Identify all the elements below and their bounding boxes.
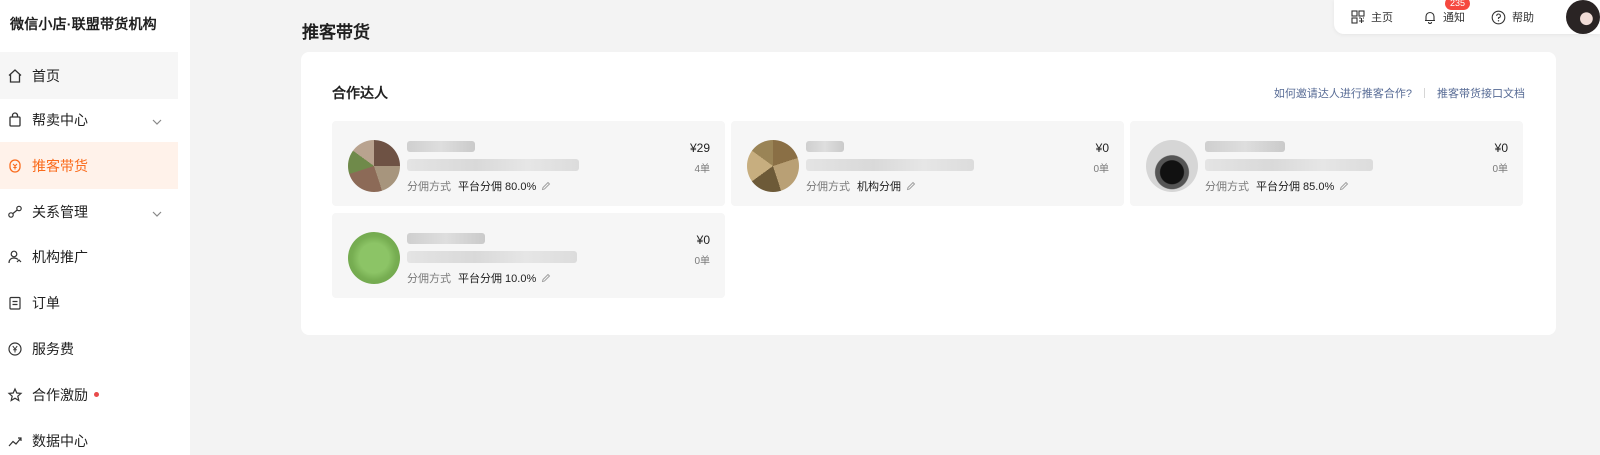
help-button[interactable]: 帮助 <box>1491 9 1534 25</box>
commission-row: 分佣方式 平台分佣 85.0% <box>1205 178 1349 194</box>
bag-icon <box>6 111 24 129</box>
help-label: 帮助 <box>1512 12 1534 24</box>
edit-icon[interactable] <box>541 273 551 283</box>
partner-id-blurred <box>407 251 577 263</box>
user-promo-icon <box>6 248 24 266</box>
partners-panel: 合作达人 如何邀请达人进行推客合作? 推客带货接口文档 分佣方式 平台分佣 80… <box>301 52 1556 335</box>
commission-label: 分佣方式 <box>407 181 451 193</box>
partner-orders: 0单 <box>1093 164 1109 175</box>
home-icon <box>6 67 24 85</box>
commission-label: 分佣方式 <box>1205 181 1249 193</box>
commission-label: 分佣方式 <box>407 273 451 285</box>
edit-icon[interactable] <box>906 181 916 191</box>
partner-id-blurred <box>1205 159 1373 171</box>
partner-id-blurred <box>407 159 579 171</box>
sidebar-item-label: 机构推广 <box>32 248 88 265</box>
home-link[interactable]: 主页 <box>1351 9 1393 25</box>
partner-avatar <box>348 232 400 284</box>
commission-value: 平台分佣 80.0% <box>458 181 537 193</box>
new-dot <box>94 392 99 397</box>
yen-circle-icon <box>6 340 24 358</box>
order-icon <box>6 294 24 312</box>
partner-amount: ¥0 <box>696 233 710 247</box>
home-link-label: 主页 <box>1371 12 1393 24</box>
sidebar-item-orders[interactable]: 订单 <box>0 279 178 326</box>
sidebar-item-home[interactable]: 首页 <box>0 52 178 99</box>
sidebar-item-data-center[interactable]: 数据中心 <box>0 417 178 455</box>
partner-amount: ¥0 <box>1095 141 1109 155</box>
divider <box>1424 88 1425 98</box>
bell-icon <box>1425 11 1435 24</box>
sidebar-item-label: 订单 <box>32 294 60 311</box>
notification-button[interactable]: 通知 235 <box>1423 0 1471 25</box>
partner-card[interactable]: 分佣方式 平台分佣 10.0% ¥0 0单 <box>332 213 725 298</box>
partner-name-blurred <box>1205 141 1285 152</box>
partner-name-blurred <box>407 141 475 152</box>
sidebar-item-label: 合作激励 <box>32 386 88 403</box>
partner-card[interactable]: 分佣方式 平台分佣 80.0% ¥29 4单 <box>332 121 725 206</box>
star-icon <box>6 386 24 404</box>
commission-value: 平台分佣 85.0% <box>1256 181 1335 193</box>
sidebar-item-service-fee[interactable]: 服务费 <box>0 325 178 372</box>
help-icon <box>1491 10 1506 24</box>
commission-value: 平台分佣 10.0% <box>458 273 537 285</box>
page-title: 推客带货 <box>302 23 370 42</box>
invite-guide-link[interactable]: 如何邀请达人进行推客合作? <box>1274 85 1412 101</box>
commission-label: 分佣方式 <box>806 181 850 193</box>
commission-row: 分佣方式 机构分佣 <box>806 178 916 194</box>
notification-label: 通知 <box>1443 12 1465 24</box>
coin-bag-icon <box>6 157 24 175</box>
edit-icon[interactable] <box>541 181 551 191</box>
sidebar-item-label: 帮卖中心 <box>32 111 88 128</box>
partner-name-blurred <box>806 141 844 152</box>
grid-icon <box>1351 10 1365 24</box>
sidebar-item-tuike[interactable]: 推客带货 <box>0 142 178 189</box>
help-links: 如何邀请达人进行推客合作? 推客带货接口文档 <box>1274 85 1525 101</box>
commission-value: 机构分佣 <box>857 181 901 193</box>
partner-orders: 0单 <box>1492 164 1508 175</box>
sidebar-item-help-sell[interactable]: 帮卖中心 <box>0 96 178 143</box>
partner-card[interactable]: 分佣方式 平台分佣 85.0% ¥0 0单 <box>1130 121 1523 206</box>
user-avatar[interactable] <box>1566 0 1600 34</box>
top-bar: 主页 通知 235 帮助 <box>1334 0 1600 34</box>
partner-card[interactable]: 分佣方式 机构分佣 ¥0 0单 <box>731 121 1124 206</box>
partner-orders: 0单 <box>694 256 710 267</box>
section-title: 合作达人 <box>332 85 388 101</box>
chevron-down-icon <box>152 204 162 220</box>
sidebar-item-incentive[interactable]: 合作激励 <box>0 371 178 418</box>
sidebar-item-label: 服务费 <box>32 340 74 357</box>
partner-avatar <box>747 140 799 192</box>
partner-amount: ¥0 <box>1494 141 1508 155</box>
sidebar-item-label: 推客带货 <box>32 157 88 174</box>
partner-avatar <box>348 140 400 192</box>
commission-row: 分佣方式 平台分佣 10.0% <box>407 270 551 286</box>
sidebar-item-org-promo[interactable]: 机构推广 <box>0 233 178 280</box>
api-docs-link[interactable]: 推客带货接口文档 <box>1437 85 1525 101</box>
partner-avatar <box>1146 140 1198 192</box>
trend-icon <box>6 432 24 450</box>
commission-row: 分佣方式 平台分佣 80.0% <box>407 178 551 194</box>
relation-icon <box>6 203 24 221</box>
sidebar-item-relations[interactable]: 关系管理 <box>0 188 178 235</box>
sidebar-item-label: 数据中心 <box>32 432 88 449</box>
edit-icon[interactable] <box>1339 181 1349 191</box>
brand-title: 微信小店·联盟带货机构 <box>10 16 157 32</box>
partner-id-blurred <box>806 159 974 171</box>
partner-name-blurred <box>407 233 485 244</box>
sidebar: 微信小店·联盟带货机构 首页 帮卖中心 推客带货 关系管理 机构推广 订单 服务… <box>0 0 190 455</box>
chevron-down-icon <box>152 112 162 128</box>
partner-amount: ¥29 <box>689 141 710 155</box>
sidebar-item-label: 首页 <box>32 67 60 84</box>
partner-orders: 4单 <box>694 164 710 175</box>
sidebar-item-label: 关系管理 <box>32 203 88 220</box>
notification-badge: 235 <box>1445 0 1471 10</box>
